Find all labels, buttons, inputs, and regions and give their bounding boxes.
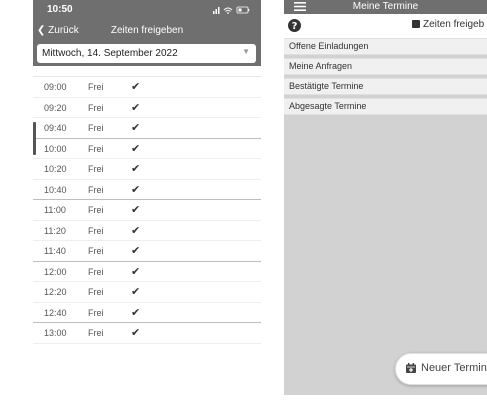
section-label: Meine Anfragen xyxy=(289,61,353,71)
date-select-bar: Mittwoch, 14. September 2022 ▼ xyxy=(33,42,261,66)
slot-time: 11:20 xyxy=(44,225,66,236)
app-title: Meine Termine xyxy=(352,1,419,12)
check-icon: ✔ xyxy=(131,101,141,114)
slot-time: 09:40 xyxy=(44,123,67,133)
calendar-plus-icon xyxy=(406,363,416,373)
date-select-value: Mittwoch, 14. September 2022 xyxy=(42,48,178,59)
check-icon: ✔ xyxy=(131,204,141,216)
time-slot-row[interactable]: 12:20 Frei ✔ xyxy=(33,282,261,303)
bottom-bar xyxy=(284,395,487,405)
left-phone-screen: 10:50 ❮ Zurück Zeiten freigeben Mittwoch… xyxy=(33,0,261,405)
time-slot-row[interactable]: 10:20 Frei ✔ xyxy=(33,159,261,180)
status-icons xyxy=(213,6,250,14)
time-slot-row[interactable]: 09:00 Frei ✔ xyxy=(33,77,261,98)
new-appointment-label: Neuer Termin xyxy=(421,362,487,374)
slot-status: Frei xyxy=(88,225,104,236)
check-icon: ✔ xyxy=(131,183,141,196)
slot-status: Frei xyxy=(88,164,104,174)
section-label: Bestätigte Termine xyxy=(289,81,364,91)
nav-bar: ❮ Zurück Zeiten freigeben xyxy=(33,20,261,42)
time-slot-row[interactable]: 09:40 Frei ✔ xyxy=(33,118,261,139)
check-icon: ✔ xyxy=(131,122,141,134)
slot-time: 12:00 xyxy=(44,266,67,277)
slot-status: Frei xyxy=(88,307,104,318)
slot-time: 12:40 xyxy=(44,307,67,318)
time-slot-row[interactable]: 11:40 Frei ✔ xyxy=(33,241,261,262)
scroll-indicator[interactable] xyxy=(33,122,36,155)
wifi-icon xyxy=(223,7,233,12)
time-slot-row[interactable]: 10:00 Frei ✔ xyxy=(33,139,261,159)
check-icon: ✔ xyxy=(131,265,141,278)
page-title: Zeiten freigeben xyxy=(110,25,184,36)
slot-status: Frei xyxy=(88,102,104,113)
slot-status: Frei xyxy=(88,123,104,133)
slot-status: Frei xyxy=(88,205,104,215)
slot-time: 09:00 xyxy=(44,82,67,92)
slot-status: Frei xyxy=(88,82,104,92)
appointment-sections: Offene Einladungen Meine Anfragen Bestät… xyxy=(284,38,487,115)
check-icon: ✔ xyxy=(131,81,141,93)
app-header: Meine Termine xyxy=(284,0,487,14)
time-slot-list: 09:00 Frei ✔ 09:20 Frei ✔ 09:40 Frei ✔ 10:00 Fr… xyxy=(33,77,261,344)
check-icon: ✔ xyxy=(131,142,141,155)
time-slot-row[interactable]: 13:00 Frei ✔ xyxy=(33,323,261,344)
time-slot-row[interactable]: 11:20 Frei ✔ xyxy=(33,221,261,241)
check-icon: ✔ xyxy=(131,327,141,339)
help-icon[interactable]: ? xyxy=(288,19,301,32)
toolbar: ? Zeiten freigeb xyxy=(284,14,487,38)
list-divider xyxy=(33,66,261,77)
slot-time: 10:00 xyxy=(44,143,67,154)
status-bar: 10:50 xyxy=(33,0,261,20)
section-abgesagte-termine[interactable]: Abgesagte Termine xyxy=(284,98,487,115)
slot-status: Frei xyxy=(88,287,104,297)
slot-time: 12:20 xyxy=(44,287,67,297)
slot-time: 11:40 xyxy=(44,246,66,256)
slot-time: 13:00 xyxy=(44,328,67,338)
slot-time: 10:20 xyxy=(44,164,67,174)
section-label: Abgesagte Termine xyxy=(289,101,367,111)
right-phone-screen: Meine Termine ? Zeiten freigeb Offene Ei… xyxy=(284,0,487,405)
slot-status: Frei xyxy=(88,328,104,338)
slot-status: Frei xyxy=(88,143,104,154)
section-meine-anfragen[interactable]: Meine Anfragen xyxy=(284,58,487,75)
check-icon: ✔ xyxy=(131,163,141,175)
time-slot-row[interactable]: 11:00 Frei ✔ xyxy=(33,200,261,221)
time-slot-row[interactable]: 09:20 Frei ✔ xyxy=(33,98,261,118)
time-slot-row[interactable]: 10:40 Frei ✔ xyxy=(33,180,261,200)
svg-text:?: ? xyxy=(292,21,298,32)
slot-time: 11:00 xyxy=(44,205,66,215)
release-times-label: Zeiten freigeb xyxy=(423,19,485,30)
signal-icon xyxy=(213,11,215,14)
time-slot-row[interactable]: 12:00 Frei ✔ xyxy=(33,262,261,282)
calendar-edit-icon xyxy=(412,20,420,28)
check-icon: ✔ xyxy=(131,306,141,319)
status-time: 10:50 xyxy=(47,4,73,15)
dropdown-caret-icon: ▼ xyxy=(242,47,250,56)
section-offene-einladungen[interactable]: Offene Einladungen xyxy=(284,38,487,55)
slot-status: Frei xyxy=(88,246,104,256)
release-times-button[interactable]: Zeiten freigeb xyxy=(412,19,484,30)
section-bestaetigte-termine[interactable]: Bestätigte Termine xyxy=(284,78,487,95)
slot-status: Frei xyxy=(88,184,104,195)
slot-status: Frei xyxy=(88,266,104,277)
slot-time: 10:40 xyxy=(44,184,67,195)
time-slot-row[interactable]: 12:40 Frei ✔ xyxy=(33,303,261,323)
check-icon: ✔ xyxy=(131,245,141,257)
new-appointment-button[interactable]: Neuer Termin xyxy=(395,353,487,385)
check-icon: ✔ xyxy=(131,286,141,298)
section-label: Offene Einladungen xyxy=(289,41,369,51)
slot-time: 09:20 xyxy=(44,102,67,113)
date-select[interactable]: Mittwoch, 14. September 2022 ▼ xyxy=(37,44,256,63)
check-icon: ✔ xyxy=(131,224,141,237)
